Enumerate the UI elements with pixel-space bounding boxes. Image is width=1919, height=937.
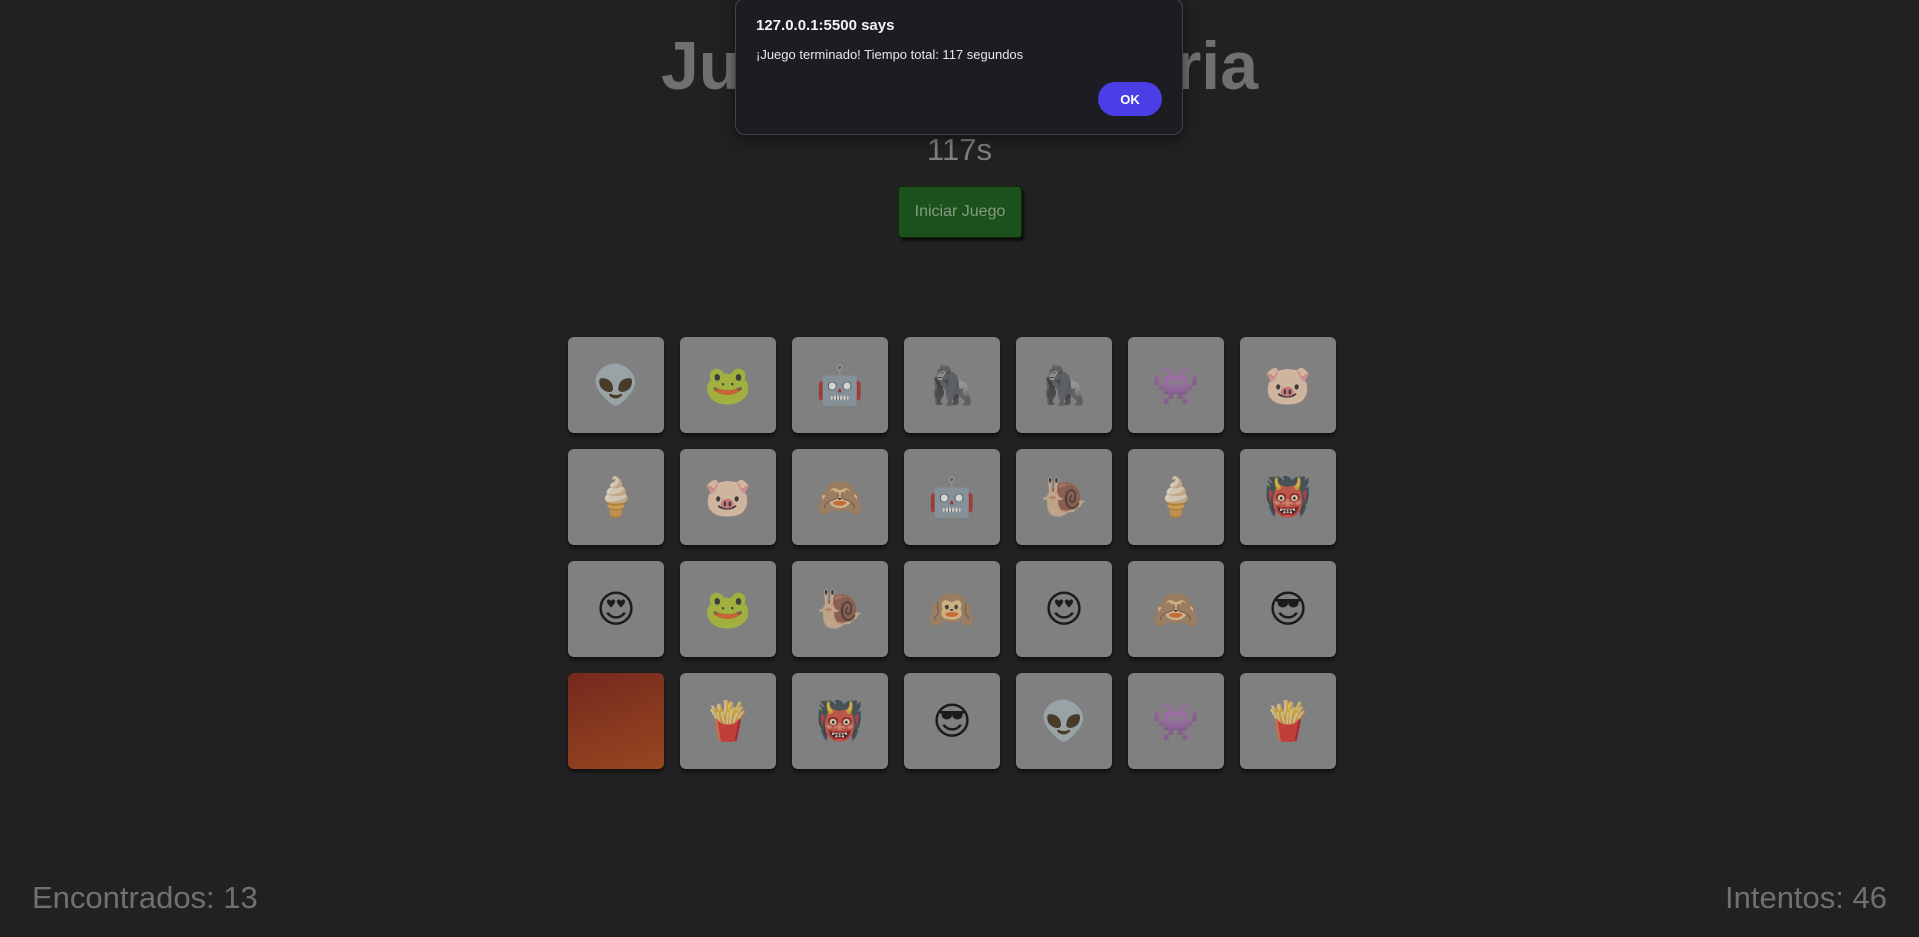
game-page: Juego de Memoria 117s Iniciar Juego 👽🐸🤖🦍… — [0, 0, 1919, 937]
dialog-message: ¡Juego terminado! Tiempo total: 117 segu… — [756, 47, 1024, 62]
dialog-ok-button[interactable]: OK — [1098, 82, 1162, 116]
alert-dialog: 127.0.0.1:5500 says ¡Juego terminado! Ti… — [735, 0, 1183, 135]
dialog-overlay — [0, 0, 1919, 937]
dialog-title: 127.0.0.1:5500 says — [756, 17, 895, 34]
